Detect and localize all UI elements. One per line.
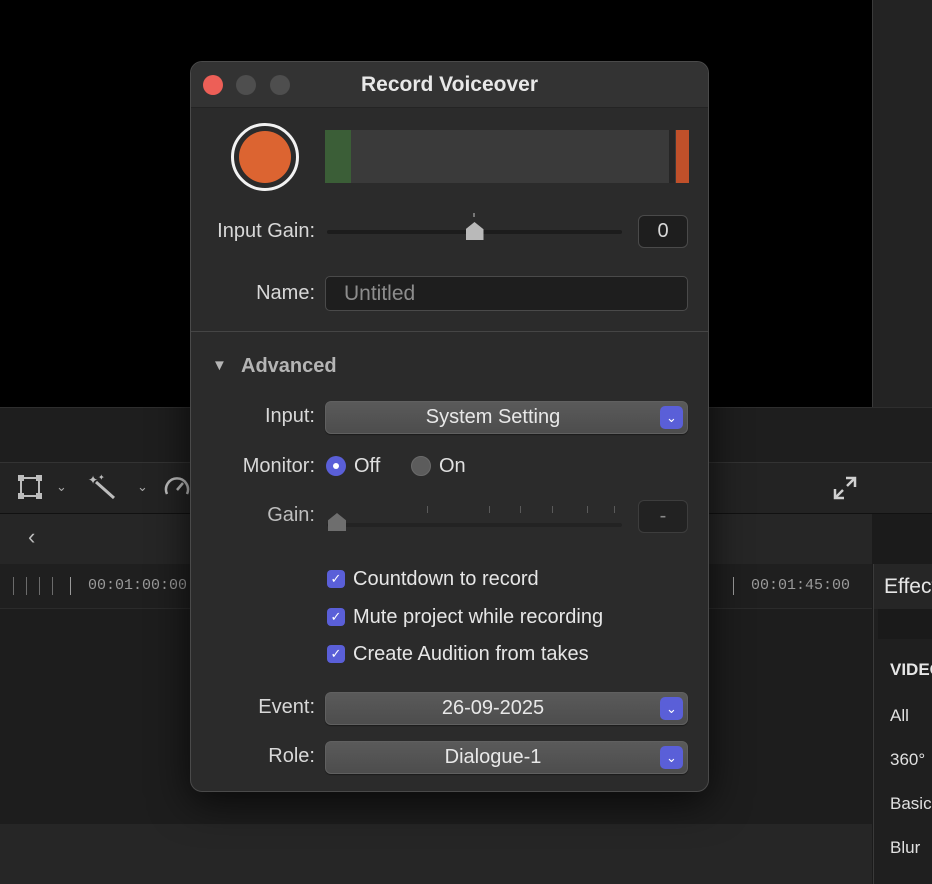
slider-center-mark — [473, 213, 475, 217]
inspector-panel — [873, 0, 932, 462]
name-input[interactable] — [326, 277, 687, 310]
timeline-bottom-strip — [0, 824, 872, 884]
slider-tick — [587, 506, 588, 513]
popup-chevron-icon: ⌄ — [660, 406, 683, 429]
event-popup-value: 26-09-2025 — [441, 697, 545, 719]
monitor-off-radio[interactable] — [326, 456, 346, 476]
popup-chevron-icon: ⌄ — [660, 746, 683, 769]
slider-tick — [552, 506, 553, 513]
slider-tick — [614, 506, 615, 513]
ruler-tick — [70, 577, 71, 595]
create-audition-label[interactable]: Create Audition from takes — [353, 643, 589, 666]
meter-divider — [669, 130, 675, 183]
fullscreen-icon[interactable] — [832, 475, 858, 507]
countdown-checkbox[interactable]: ✓ — [327, 570, 345, 588]
role-label: Role: — [268, 745, 315, 767]
svg-text:✦: ✦ — [88, 473, 98, 487]
effects-title: Effects — [884, 575, 932, 598]
record-icon — [239, 131, 291, 183]
popup-chevron-icon: ⌄ — [660, 697, 683, 720]
role-popup[interactable]: Dialogue-1 ⌄ — [325, 741, 688, 774]
gain-value[interactable]: - — [638, 500, 688, 533]
magic-wand-icon[interactable]: ✦ ✦ — [88, 472, 118, 506]
name-field[interactable] — [325, 276, 688, 311]
gain-slider[interactable] — [327, 523, 622, 527]
chevron-left-icon[interactable]: ‹ — [28, 524, 35, 550]
ruler-tick — [733, 577, 734, 595]
audio-level-meter — [325, 130, 689, 183]
disclosure-triangle-icon[interactable]: ▼ — [212, 357, 227, 374]
transform-icon[interactable] — [17, 474, 43, 506]
monitor-on-label[interactable]: On — [439, 455, 466, 478]
viewer-divider — [872, 0, 873, 462]
input-gain-thumb[interactable] — [465, 222, 484, 240]
meter-level-green — [325, 130, 351, 183]
event-popup[interactable]: 26-09-2025 ⌄ — [325, 692, 688, 725]
chevron-down-icon[interactable]: ⌄ — [56, 479, 67, 495]
effects-item[interactable]: Basics — [890, 794, 932, 814]
gain-thumb[interactable] — [328, 513, 346, 531]
effects-search-area — [878, 609, 932, 639]
ruler-tick — [26, 577, 27, 595]
dialog-title: Record Voiceover — [360, 73, 538, 96]
effects-category-video: VIDEO — [890, 660, 932, 679]
ruler-tick — [13, 577, 14, 595]
gain-label: Gain: — [267, 504, 315, 526]
timecode-label: 00:01:45:00 — [751, 577, 851, 594]
input-popup-value: System Setting — [425, 406, 561, 428]
countdown-label[interactable]: Countdown to record — [353, 568, 539, 591]
speedometer-icon[interactable] — [164, 474, 190, 506]
slider-tick — [489, 506, 490, 513]
input-label: Input: — [264, 405, 315, 427]
create-audition-checkbox[interactable]: ✓ — [327, 645, 345, 663]
input-gain-label: Input Gain: — [217, 220, 315, 242]
role-popup-value: Dialogue-1 — [444, 746, 542, 768]
mute-project-checkbox[interactable]: ✓ — [327, 608, 345, 626]
name-label: Name: — [256, 282, 315, 304]
monitor-off-label[interactable]: Off — [354, 455, 380, 478]
chevron-down-icon[interactable]: ⌄ — [137, 479, 148, 495]
input-gain-value[interactable]: 0 — [638, 215, 688, 248]
slider-tick — [520, 506, 521, 513]
monitor-on-radio[interactable] — [411, 456, 431, 476]
monitor-label: Monitor: — [242, 455, 315, 477]
effects-item[interactable]: 360° — [890, 750, 925, 770]
record-button[interactable] — [231, 123, 299, 191]
effects-item[interactable]: All — [890, 706, 909, 726]
section-divider — [191, 331, 708, 332]
svg-text:✦: ✦ — [98, 473, 105, 482]
event-label: Event: — [258, 696, 315, 718]
input-popup[interactable]: System Setting ⌄ — [325, 401, 688, 434]
slider-tick — [427, 506, 428, 513]
effects-item[interactable]: Blur — [890, 838, 920, 858]
ruler-tick — [52, 577, 53, 595]
ruler-tick — [39, 577, 40, 595]
record-voiceover-dialog: Record Voiceover Input Gain: 0 Name: ▼ A… — [190, 61, 709, 792]
mute-project-label[interactable]: Mute project while recording — [353, 606, 603, 629]
timecode-label: 00:01:00:00 — [88, 577, 188, 594]
meter-peak-red — [676, 130, 689, 183]
advanced-section-toggle[interactable]: Advanced — [241, 355, 337, 378]
